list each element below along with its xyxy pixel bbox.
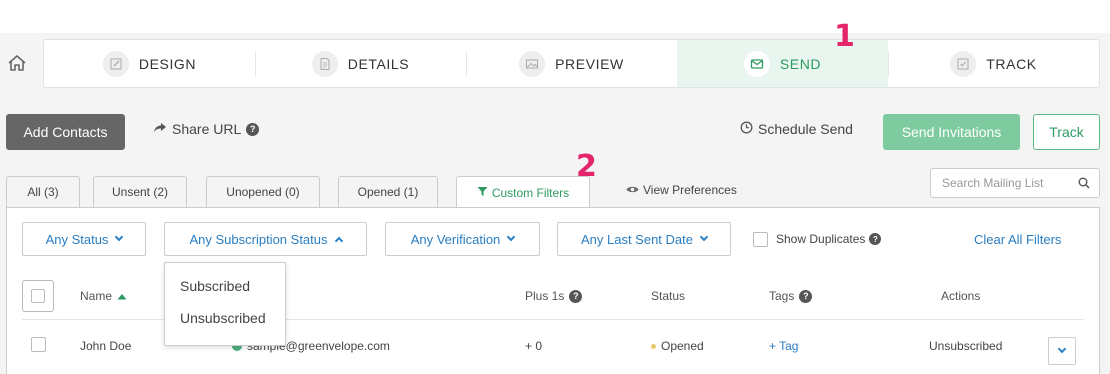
status-filter[interactable]: Any Status bbox=[22, 222, 146, 256]
step-label: SEND bbox=[779, 55, 822, 72]
status-dot-icon bbox=[651, 343, 656, 349]
share-url-label: Share URL bbox=[172, 121, 242, 137]
row-plus1s: + 0 bbox=[525, 339, 543, 353]
chevron-down-icon bbox=[507, 232, 516, 242]
schedule-send-link[interactable]: Schedule Send bbox=[740, 121, 853, 137]
funnel-icon bbox=[477, 186, 488, 200]
help-icon[interactable]: ? bbox=[869, 233, 882, 245]
view-preferences-label: View Preferences bbox=[643, 183, 737, 197]
step-label: TRACK bbox=[986, 55, 1037, 72]
schedule-send-label: Schedule Send bbox=[758, 121, 853, 137]
tab-all[interactable]: All (3) bbox=[6, 176, 80, 207]
view-preferences-link[interactable]: View Preferences bbox=[626, 183, 737, 197]
row-action-status: Unsubscribed bbox=[929, 339, 1003, 353]
chevron-up-icon bbox=[334, 236, 343, 245]
chevron-down-icon bbox=[1057, 344, 1067, 354]
column-status: Status bbox=[651, 289, 686, 303]
send-invitations-button[interactable]: Send Invitations bbox=[883, 114, 1020, 150]
column-name[interactable]: Name bbox=[80, 289, 127, 303]
sort-up-icon bbox=[117, 289, 127, 303]
column-tags: Tags ? bbox=[769, 289, 813, 303]
track-button[interactable]: Track bbox=[1033, 114, 1100, 150]
option-subscribed[interactable]: Subscribed bbox=[165, 278, 285, 310]
wizard-steps: DESIGN DETAILS PREVIEW SEND TRACK bbox=[43, 39, 1100, 88]
subscription-dropdown-menu: Subscribed Unsubscribed bbox=[164, 262, 286, 346]
step-label: DESIGN bbox=[138, 55, 197, 72]
step-label: PREVIEW bbox=[555, 55, 624, 72]
filter-label: Any Last Sent Date bbox=[580, 231, 693, 247]
step-preview[interactable]: PREVIEW bbox=[466, 40, 677, 87]
tab-custom-filters[interactable]: Custom Filters bbox=[456, 176, 590, 208]
row-expand-button[interactable] bbox=[1048, 337, 1076, 365]
column-plus1s: Plus 1s ? bbox=[525, 289, 583, 303]
share-icon bbox=[153, 121, 167, 137]
column-actions: Actions bbox=[941, 289, 981, 303]
option-unsubscribed[interactable]: Unsubscribed bbox=[165, 310, 285, 342]
help-icon[interactable]: ? bbox=[799, 289, 813, 303]
column-label: Name bbox=[80, 289, 113, 303]
column-label: Tags bbox=[769, 289, 795, 303]
search-box bbox=[930, 168, 1100, 198]
filter-label: Any Subscription Status bbox=[189, 231, 328, 247]
document-icon bbox=[311, 50, 338, 77]
image-icon bbox=[519, 50, 546, 77]
help-icon[interactable]: ? bbox=[569, 289, 583, 303]
show-duplicates: Show Duplicates ? bbox=[776, 232, 882, 246]
eye-icon bbox=[626, 183, 639, 197]
top-bar bbox=[0, 0, 1110, 33]
search-input[interactable] bbox=[942, 176, 1072, 190]
tab-unsent[interactable]: Unsent (2) bbox=[93, 176, 187, 207]
add-contacts-button[interactable]: Add Contacts bbox=[6, 114, 125, 150]
column-label: Plus 1s bbox=[525, 289, 565, 303]
tab-unopened[interactable]: Unopened (0) bbox=[206, 176, 320, 207]
pencil-icon bbox=[102, 50, 129, 77]
select-all-checkbox[interactable] bbox=[22, 280, 54, 312]
home-icon[interactable] bbox=[6, 52, 28, 74]
filter-label: Any Verification bbox=[410, 231, 501, 247]
tab-label: Custom Filters bbox=[491, 185, 570, 200]
status-text: Opened bbox=[661, 339, 704, 353]
clock-icon bbox=[740, 121, 753, 137]
show-duplicates-label: Show Duplicates bbox=[776, 232, 866, 246]
step-send[interactable]: SEND bbox=[677, 40, 888, 87]
annotation-1: 1 bbox=[834, 19, 855, 54]
clear-all-filters-link[interactable]: Clear All Filters bbox=[974, 232, 1061, 247]
chevron-down-icon bbox=[699, 232, 709, 242]
search-icon[interactable] bbox=[1078, 177, 1090, 192]
row-status: Opened bbox=[651, 339, 704, 353]
verification-filter[interactable]: Any Verification bbox=[385, 222, 540, 256]
step-track[interactable]: TRACK bbox=[888, 40, 1099, 87]
envelope-icon bbox=[743, 50, 770, 77]
filter-label: Any Status bbox=[45, 231, 109, 247]
step-label: DETAILS bbox=[347, 55, 410, 72]
chevron-down-icon bbox=[115, 232, 124, 242]
step-design[interactable]: DESIGN bbox=[44, 40, 255, 87]
checkbox-icon bbox=[950, 50, 977, 77]
step-details[interactable]: DETAILS bbox=[255, 40, 466, 87]
show-duplicates-checkbox[interactable] bbox=[753, 232, 768, 247]
checkbox-box bbox=[31, 289, 45, 303]
subscription-filter[interactable]: Any Subscription Status bbox=[164, 222, 367, 256]
add-tag-link[interactable]: + Tag bbox=[769, 339, 798, 353]
share-url-link[interactable]: Share URL ? bbox=[153, 121, 260, 137]
last-sent-filter[interactable]: Any Last Sent Date bbox=[557, 222, 731, 256]
tab-opened[interactable]: Opened (1) bbox=[338, 176, 438, 207]
help-icon[interactable]: ? bbox=[246, 122, 260, 136]
row-checkbox[interactable] bbox=[31, 337, 46, 352]
row-name: John Doe bbox=[80, 339, 132, 353]
